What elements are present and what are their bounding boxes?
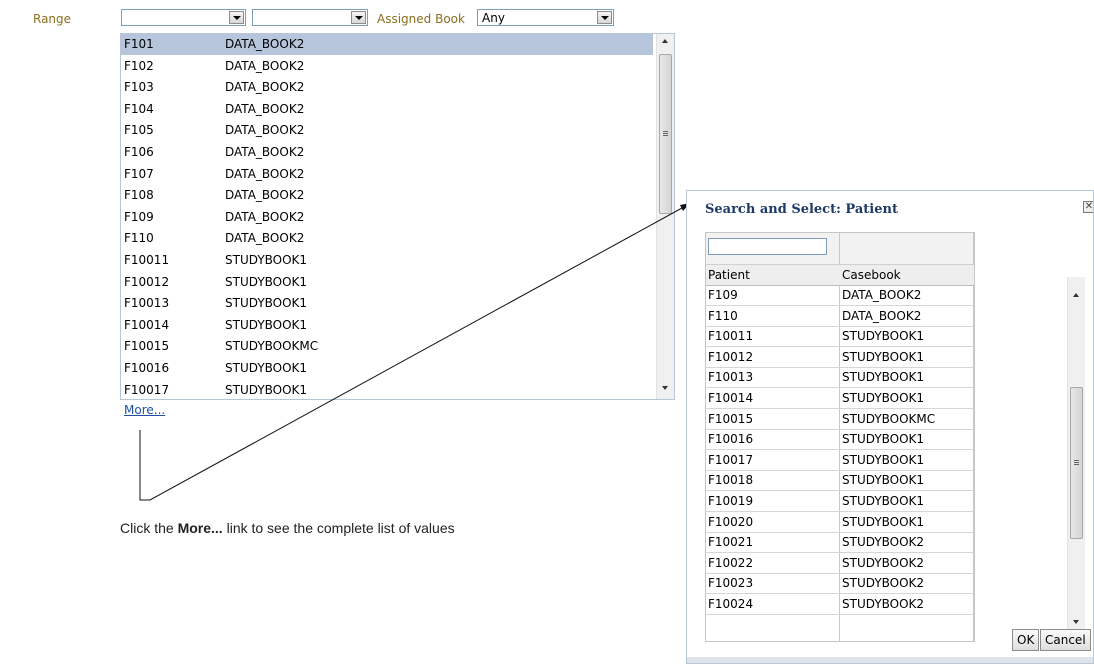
cell-casebook: STUDYBOOK2 bbox=[842, 535, 925, 550]
table-row[interactable]: F10014 STUDYBOOK1 bbox=[706, 389, 974, 409]
cell-patient: F10011 bbox=[708, 329, 754, 344]
table-row[interactable]: F10022 STUDYBOOK2 bbox=[706, 554, 974, 574]
table-row[interactable]: F10015 STUDYBOOKMC bbox=[706, 410, 974, 430]
cell-patient: F109 bbox=[708, 288, 738, 302]
cell-casebook: STUDYBOOK2 bbox=[842, 576, 925, 591]
scrollbar-thumb[interactable] bbox=[1070, 387, 1083, 539]
table-row[interactable]: F10012 STUDYBOOK1 bbox=[706, 348, 974, 368]
table-row[interactable]: F10018 STUDYBOOK1 bbox=[706, 471, 974, 492]
cell-patient: F10020 bbox=[708, 514, 754, 529]
search-select-dialog: Search and Select: Patient ✕ Patient Cas… bbox=[686, 190, 1094, 664]
cell-casebook: DATA_BOOK2 bbox=[842, 288, 922, 302]
table-row[interactable]: F10011 STUDYBOOK1 bbox=[706, 327, 974, 348]
cell-patient: F10017 bbox=[708, 452, 754, 467]
column-header-casebook[interactable]: Casebook bbox=[842, 268, 901, 282]
instruction-caption: Click the More... link to see the comple… bbox=[120, 520, 455, 536]
table-filter-row bbox=[706, 233, 974, 265]
table-header: Patient Casebook bbox=[706, 265, 974, 286]
table-row[interactable]: F10019 STUDYBOOK1 bbox=[706, 492, 974, 512]
cell-casebook: STUDYBOOK1 bbox=[842, 349, 925, 364]
cell-patient: F10014 bbox=[708, 391, 754, 405]
patient-results-table: Patient Casebook F109 DATA_BOOK2 F110 DATA_… bbox=[705, 232, 975, 642]
scroll-up-icon[interactable] bbox=[1073, 293, 1079, 297]
cell-casebook: STUDYBOOK1 bbox=[842, 494, 925, 508]
table-row[interactable]: F10023 STUDYBOOK2 bbox=[706, 574, 974, 595]
table-row[interactable]: F109 DATA_BOOK2 bbox=[706, 286, 974, 306]
table-scrollbar[interactable] bbox=[1067, 277, 1085, 637]
table-row[interactable]: F10021 STUDYBOOK2 bbox=[706, 533, 974, 554]
cell-patient: F110 bbox=[708, 308, 738, 323]
cell-casebook: STUDYBOOK2 bbox=[842, 555, 925, 570]
cell-patient: F10021 bbox=[708, 535, 754, 550]
cell-patient: F10024 bbox=[708, 597, 754, 611]
cell-patient: F10012 bbox=[708, 349, 754, 364]
cell-patient: F10023 bbox=[708, 576, 754, 591]
dialog-footer bbox=[687, 657, 1093, 663]
cell-casebook: STUDYBOOK1 bbox=[842, 473, 925, 488]
cell-casebook: STUDYBOOK1 bbox=[842, 452, 925, 467]
table-row[interactable]: F10013 STUDYBOOK1 bbox=[706, 368, 974, 389]
close-icon[interactable]: ✕ bbox=[1083, 201, 1093, 213]
cell-casebook: STUDYBOOK1 bbox=[842, 329, 925, 344]
table-row[interactable]: F10020 STUDYBOOK1 bbox=[706, 513, 974, 533]
cell-casebook: STUDYBOOK2 bbox=[842, 597, 925, 611]
table-row[interactable]: F10024 STUDYBOOK2 bbox=[706, 595, 974, 615]
cell-patient: F10016 bbox=[708, 432, 754, 447]
dialog-title: Search and Select: Patient bbox=[705, 202, 898, 217]
cancel-button[interactable]: Cancel bbox=[1040, 629, 1091, 651]
cell-casebook: STUDYBOOK1 bbox=[842, 514, 925, 529]
cell-patient: F10022 bbox=[708, 555, 754, 570]
table-row[interactable]: F10017 STUDYBOOK1 bbox=[706, 451, 974, 471]
cell-patient: F10015 bbox=[708, 411, 754, 426]
ok-button[interactable]: OK bbox=[1012, 629, 1040, 651]
cell-casebook: STUDYBOOK1 bbox=[842, 432, 925, 447]
table-row[interactable]: F10016 STUDYBOOK1 bbox=[706, 430, 974, 451]
cell-patient: F10018 bbox=[708, 473, 754, 488]
patient-filter-input[interactable] bbox=[708, 238, 827, 255]
cell-patient: F10019 bbox=[708, 494, 754, 508]
cell-casebook: DATA_BOOK2 bbox=[842, 308, 922, 323]
column-header-patient[interactable]: Patient bbox=[708, 268, 750, 282]
scroll-down-icon[interactable] bbox=[1073, 620, 1079, 624]
table-row[interactable]: F110 DATA_BOOK2 bbox=[706, 307, 974, 327]
cell-casebook: STUDYBOOKMC bbox=[842, 411, 936, 426]
cell-casebook: STUDYBOOK1 bbox=[842, 370, 925, 385]
cell-patient: F10013 bbox=[708, 370, 754, 385]
cell-casebook: STUDYBOOK1 bbox=[842, 391, 925, 405]
